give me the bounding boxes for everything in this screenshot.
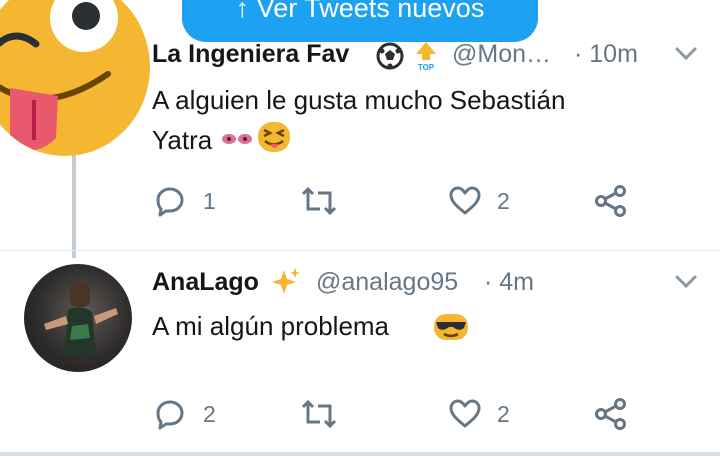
like-count: 2 bbox=[497, 188, 510, 214]
reply-count: 1 bbox=[203, 188, 216, 214]
tweet-time[interactable]: · 4m bbox=[484, 268, 534, 297]
eyes-icon bbox=[220, 130, 254, 148]
heart-icon[interactable] bbox=[448, 398, 482, 430]
squinting-tongue-emoji-icon bbox=[256, 120, 292, 154]
like-count: 2 bbox=[497, 401, 510, 427]
tweet-handle[interactable]: @Mon… bbox=[452, 40, 551, 69]
sparkles-icon bbox=[270, 266, 302, 298]
tweet-author-name[interactable]: AnaLago bbox=[152, 268, 259, 297]
sunglasses-emoji-icon bbox=[432, 312, 470, 342]
reply-count: 2 bbox=[203, 401, 216, 427]
svg-text:TOP: TOP bbox=[418, 63, 435, 72]
bottom-divider bbox=[0, 452, 720, 456]
tweet-author-name[interactable]: La Ingeniera Fav bbox=[152, 40, 349, 69]
retweet-icon[interactable] bbox=[300, 185, 338, 217]
heart-icon[interactable] bbox=[448, 185, 482, 217]
reply-icon[interactable] bbox=[154, 185, 186, 217]
tweet-divider bbox=[0, 250, 720, 251]
thread-connector-line bbox=[72, 150, 76, 258]
soccer-ball-icon bbox=[376, 42, 404, 70]
tweet-time[interactable]: · 10m bbox=[574, 40, 638, 69]
chevron-down-icon[interactable] bbox=[674, 44, 698, 64]
tweet-text: A mi algún problema bbox=[152, 311, 390, 341]
chevron-down-icon[interactable] bbox=[674, 272, 698, 292]
tweet-handle[interactable]: @analago95 bbox=[316, 268, 458, 297]
share-icon[interactable] bbox=[594, 184, 628, 218]
new-tweets-label: ↑ Ver Tweets nuevos bbox=[235, 0, 485, 23]
new-tweets-banner[interactable]: ↑ Ver Tweets nuevos bbox=[182, 0, 538, 42]
tweet-text-line: A alguien le gusta mucho Sebastián bbox=[152, 85, 566, 115]
reply-icon[interactable] bbox=[154, 398, 186, 430]
avatar[interactable] bbox=[0, 0, 150, 156]
top-arrow-icon: TOP bbox=[414, 40, 438, 72]
share-icon[interactable] bbox=[594, 397, 628, 431]
tweet-text-line: Yatra bbox=[152, 125, 213, 155]
avatar[interactable] bbox=[24, 264, 132, 372]
retweet-icon[interactable] bbox=[300, 398, 338, 430]
